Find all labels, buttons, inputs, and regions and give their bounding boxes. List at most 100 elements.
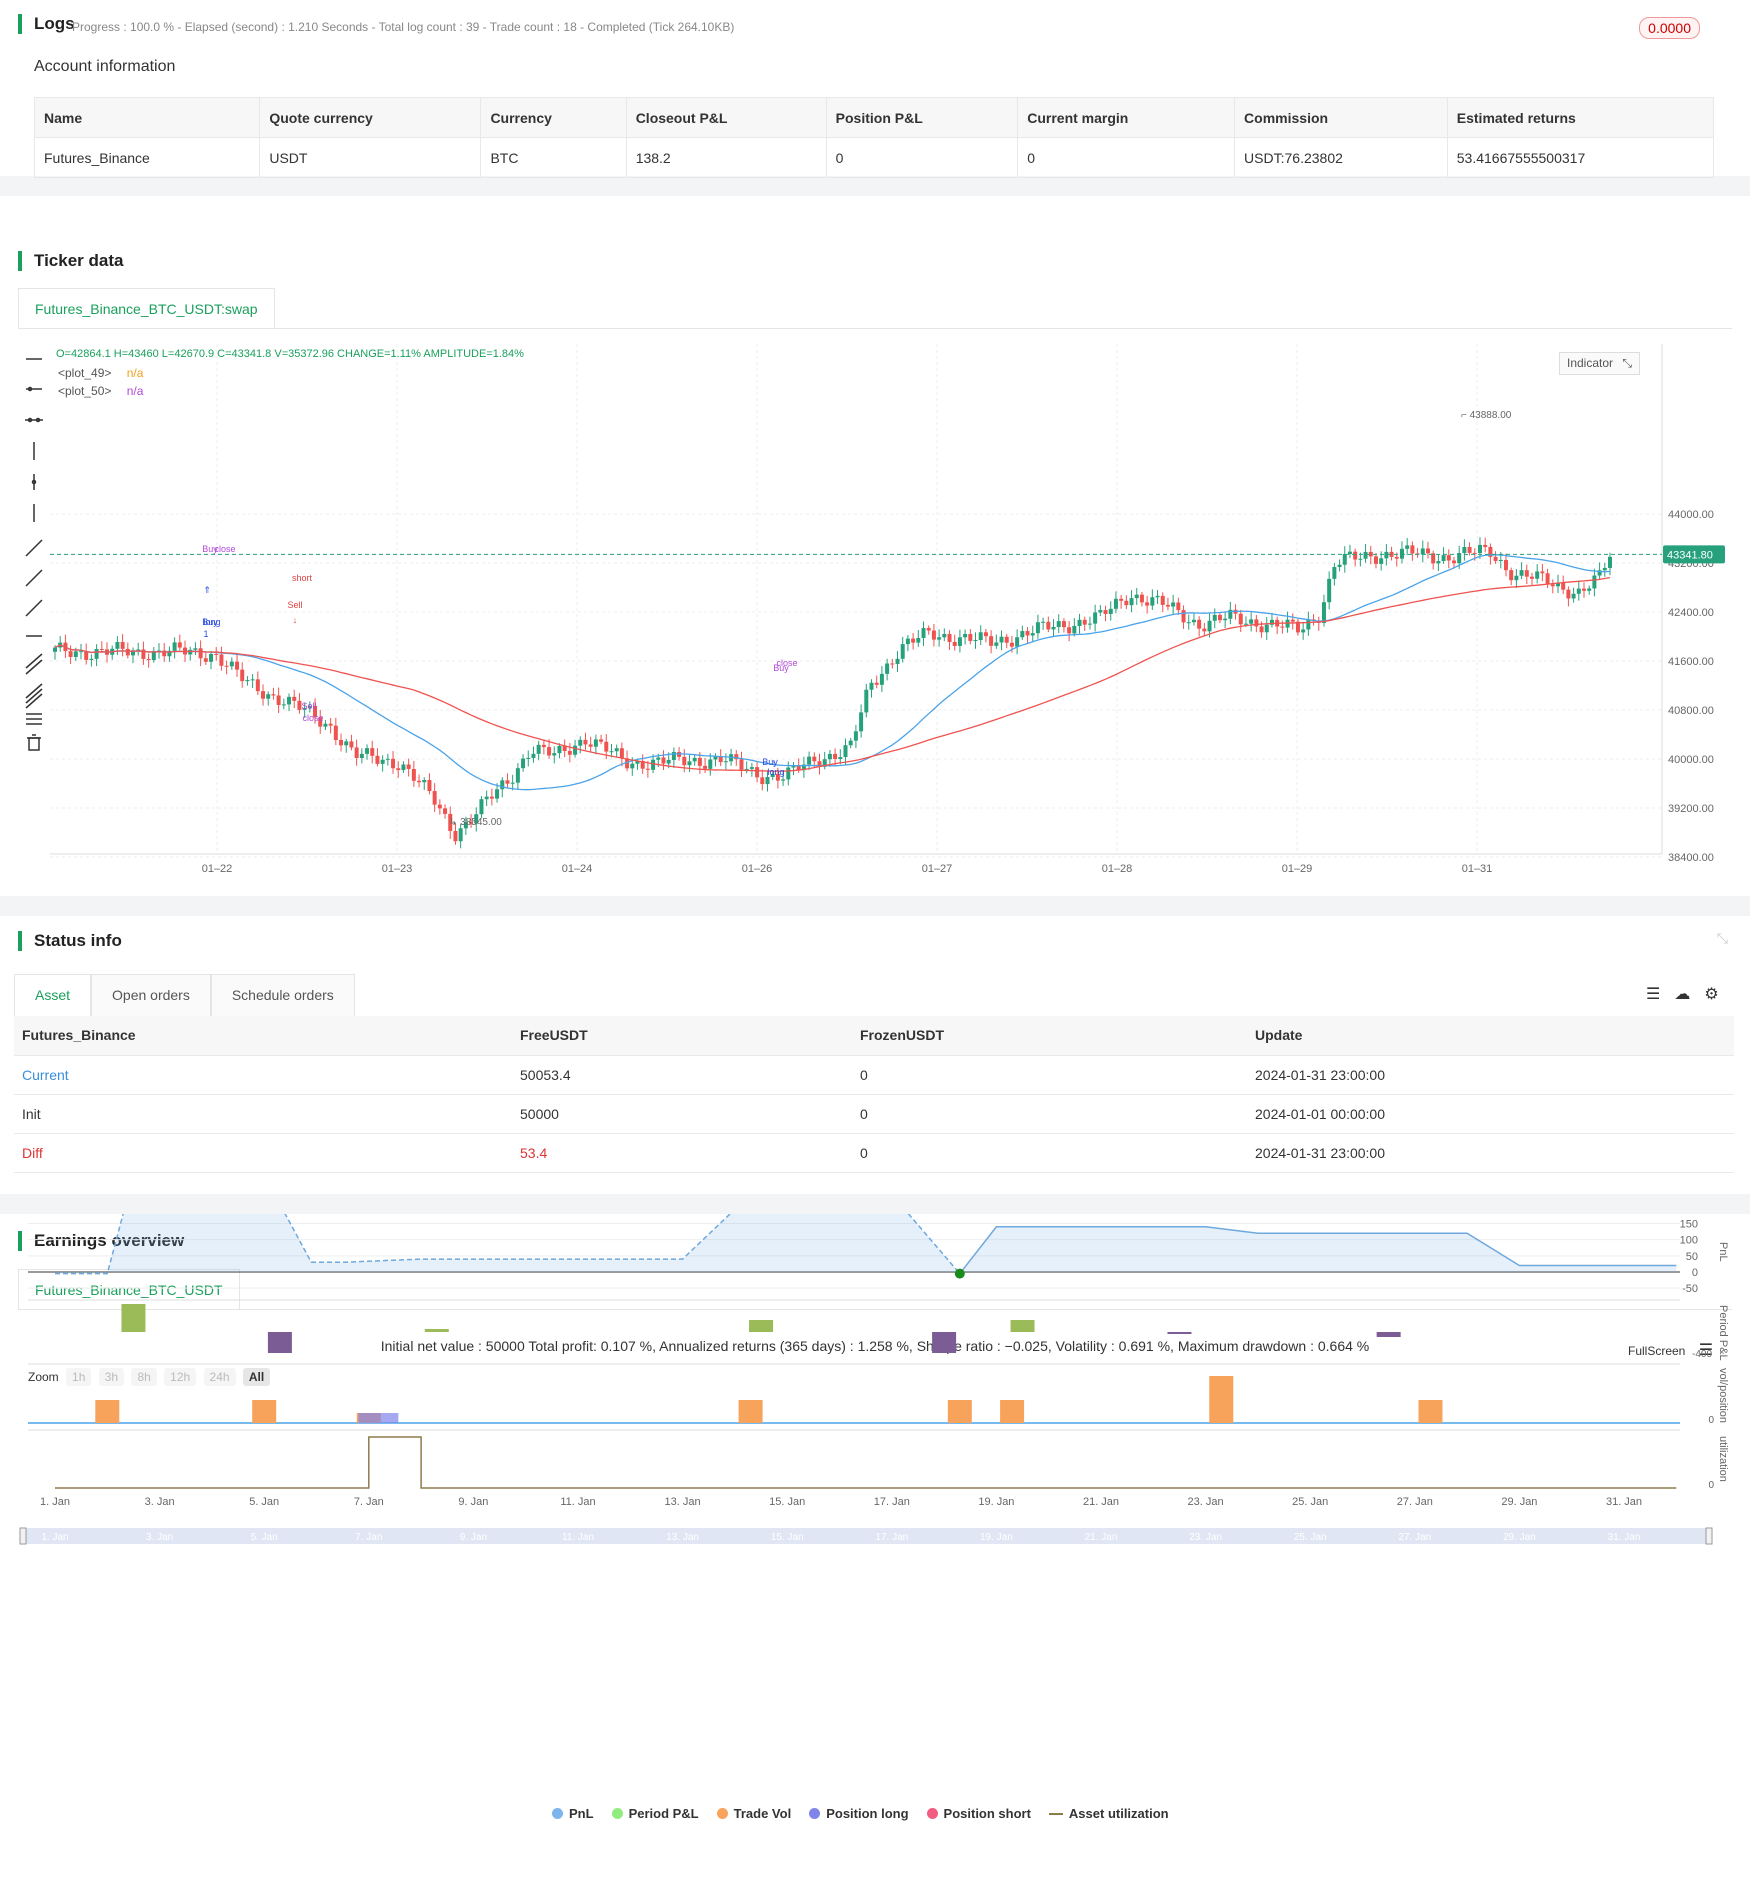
x-tick-label: 23. Jan [1188,1496,1224,1508]
table-row: Current 50053.4 0 2024-01-31 23:00:00 [14,1055,1734,1095]
y-tick-label: 50 [1686,1251,1698,1263]
y-tick-label: 44000.00 [1668,509,1714,521]
candle-body [937,637,942,640]
candle-body [120,642,125,649]
tab-asset[interactable]: Asset [14,974,92,1016]
status-tabs: Asset Open orders Schedule orders [14,974,355,1016]
navigator-label: 9. Jan [460,1532,487,1543]
candle-body [1134,594,1139,599]
candle-body [963,634,968,638]
x-tick-label: 01–31 [1462,863,1493,875]
row-label-init: Init [14,1094,512,1134]
trade-vol-bar [252,1400,277,1423]
candle-body [1150,597,1155,606]
gear-icon[interactable]: ⚙ [1704,984,1718,1004]
cell: 0 [852,1133,1247,1173]
legend-position-long[interactable]: Position long [809,1806,909,1821]
candle-body [921,628,926,638]
legend-dot [552,1808,563,1819]
candle-body [1191,619,1196,623]
trade-vol-bar [738,1400,763,1423]
legend-period-pnl[interactable]: Period P&L [611,1806,699,1821]
candle-body [1472,552,1477,554]
tab-open-orders[interactable]: Open orders [91,974,211,1016]
candle-body [1259,626,1264,633]
plot50-label: <plot_50> [58,384,112,398]
candle-body [1493,556,1498,561]
candle-body [1394,556,1399,559]
candle-body [224,665,229,667]
candle-body [1566,589,1571,599]
vol-axis-label: 0 [1708,1415,1714,1426]
earnings-chart[interactable]: 300250200150100500-50PnL-400Period P&L0v… [0,1214,1750,1890]
candle-body [235,661,240,670]
candlestick-chart[interactable]: 01–22 01–23 01–24 01–26 01–27 01–28 01–29 01–31… [0,196,1750,896]
candle-body [1103,610,1108,614]
legend-label: Position short [943,1806,1031,1821]
legend-asset-utilization[interactable]: Asset utilization [1048,1806,1169,1821]
legend-label: Asset utilization [1068,1806,1169,1821]
candle-body [1004,636,1009,643]
candle-body [827,753,832,760]
logs-summary: Progress : 100.0 % - Elapsed (second) : … [72,20,735,34]
candle-body [609,751,614,753]
candle-body [583,739,588,745]
navigator-label: 31. Jan [1608,1532,1641,1543]
legend-position-short[interactable]: Position short [926,1806,1031,1821]
candle-body [1264,624,1269,633]
legend-trade-vol[interactable]: Trade Vol [716,1806,791,1821]
candle-body [292,696,297,701]
legend-label: PnL [569,1806,594,1821]
navigator-label: 1. Jan [41,1532,68,1543]
legend-pnl[interactable]: PnL [552,1806,594,1821]
menu-icon[interactable]: ☰ [1646,984,1660,1004]
x-tick-label: 01–28 [1102,863,1133,875]
candle-body [1160,595,1165,605]
tab-schedule-orders[interactable]: Schedule orders [210,974,355,1016]
expand-icon[interactable]: ⤡ [1622,356,1632,370]
cloud-download-icon[interactable]: ☁ [1674,984,1690,1004]
indicator-button[interactable]: Indicator ⤡ [1559,352,1640,375]
navigator-handle-left [19,1527,27,1545]
candle-body [240,669,245,682]
marker-sell-label: Sell [301,701,316,711]
candle-body [453,830,458,842]
candle-body [1337,564,1342,568]
x-tick-label: 9. Jan [458,1496,488,1508]
y-tick-label: 39200.00 [1668,803,1714,815]
cell: 0 [852,1055,1247,1095]
x-tick-label: 01–24 [562,863,593,875]
y-tick-label: 41600.00 [1668,656,1714,668]
candle-body [479,799,484,815]
x-tick-label: 11. Jan [560,1496,595,1508]
candle-body [1254,619,1259,627]
candle-body [375,755,380,764]
candle-body [84,651,89,660]
marker-count-label: 1 [203,629,208,639]
col-name: Name [33,97,261,138]
period-pnl-bar [1376,1332,1401,1337]
candle-body [1571,593,1576,599]
row-label-current: Current [14,1055,512,1095]
legend-label: Position long [826,1806,909,1821]
candle-body [276,695,281,705]
candle-body [536,744,541,754]
candle-body [500,780,505,790]
collapse-icon[interactable]: ⤡ [1717,930,1728,947]
table-row: Diff 53.4 0 2024-01-31 23:00:00 [14,1133,1734,1173]
candle-body [573,745,578,755]
candle-body [1186,622,1191,624]
candle-body [432,791,437,805]
col-closeout: Closeout P&L [625,97,827,138]
candle-body [557,745,562,754]
candle-body [1072,625,1077,634]
cell: 2024-01-31 23:00:00 [1247,1133,1734,1173]
candle-body [1207,620,1212,632]
navigator-label: 29. Jan [1503,1532,1536,1543]
cell: 0 [825,137,1019,178]
legend-dot [716,1808,728,1819]
row-label-diff: Diff [14,1133,512,1173]
candle-body [978,632,983,641]
logs-panel: Logs Progress : 100.0 % - Elapsed (secon… [0,0,1750,178]
candle-body [323,723,328,727]
